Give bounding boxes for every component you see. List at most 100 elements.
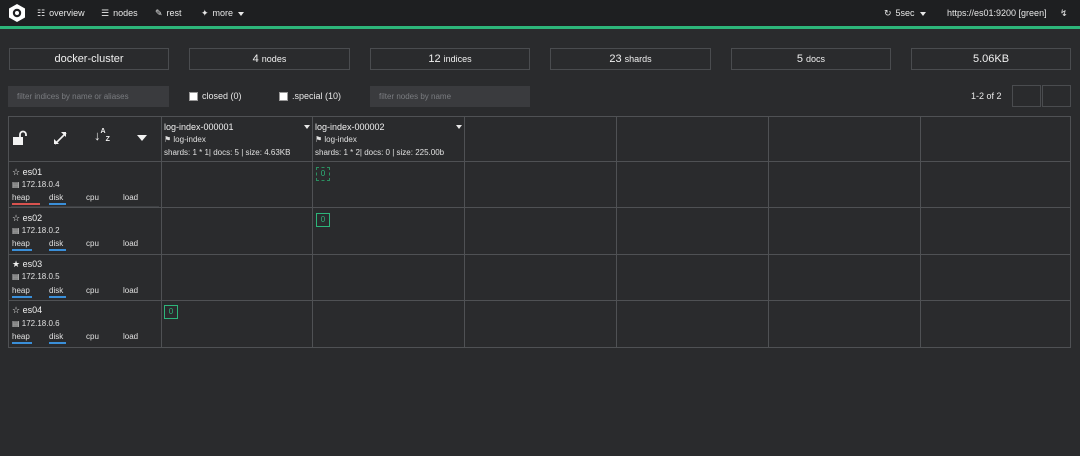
nodes-count-box: 4 nodes <box>189 48 350 70</box>
index-name-2[interactable]: log-index-000002 <box>315 122 385 132</box>
load-metric: load <box>123 332 139 341</box>
cpu-metric: cpu <box>86 193 99 202</box>
index-name-1[interactable]: log-index-000001 <box>164 122 234 132</box>
next-page-button[interactable] <box>1042 85 1071 107</box>
tag-icon: ⚑ <box>315 135 325 144</box>
cluster-overview-grid: ↓AZ log-index-000001 ⚑ log-index shards:… <box>8 116 1071 348</box>
node-name-es02[interactable]: ☆ es02 <box>12 213 42 224</box>
nav-nodes[interactable]: ☰ nodes <box>101 0 138 26</box>
previous-page-button[interactable] <box>1012 85 1041 107</box>
filter-nodes-input[interactable] <box>370 86 530 107</box>
disconnect-plug-icon[interactable]: ↯ <box>1060 0 1068 26</box>
disk-metric: disk <box>49 193 64 202</box>
list-icon: ☰ <box>101 8 110 18</box>
special-indices-label: .special (10) <box>292 91 342 101</box>
heap-usage-bar <box>12 342 32 344</box>
sitemap-icon: ☷ <box>37 8 46 18</box>
closed-indices-label: closed (0) <box>202 91 242 101</box>
load-metric: load <box>123 193 139 202</box>
special-indices-checkbox[interactable] <box>279 92 288 101</box>
disk-usage-bar <box>49 249 66 251</box>
grid-divider <box>11 206 159 207</box>
shard-replica-es01-index2[interactable]: 0 <box>316 167 330 181</box>
sort-alpha-icon[interactable]: ↓AZ <box>94 128 110 143</box>
unlock-icon[interactable] <box>12 130 28 146</box>
heap-usage-bar <box>12 249 32 251</box>
star-outline-icon: ☆ <box>12 213 23 223</box>
grid-divider <box>920 117 921 347</box>
heap-usage-bar <box>12 203 40 205</box>
closed-indices-checkbox[interactable] <box>189 92 198 101</box>
cerebro-logo-icon[interactable] <box>7 3 27 23</box>
expand-icon[interactable] <box>53 131 68 146</box>
index-alias-1[interactable]: ⚑ log-index <box>164 135 206 144</box>
load-metric: load <box>123 286 139 295</box>
index-stats-2: shards: 1 * 2| docs: 0 | size: 225.00b <box>315 148 445 157</box>
cluster-name-box: docker-cluster <box>9 48 169 70</box>
cluster-connection-url[interactable]: https://es01:9200 [green] <box>947 0 1047 26</box>
indices-count-box: 12 indices <box>370 48 530 70</box>
tag-icon: ⚑ <box>164 135 174 144</box>
heap-metric: heap <box>12 193 30 202</box>
disk-metric: disk <box>49 286 64 295</box>
heap-metric: heap <box>12 239 30 248</box>
disk-usage-bar <box>49 203 66 205</box>
heap-metric: heap <box>12 286 30 295</box>
index-alias-2[interactable]: ⚑ log-index <box>315 135 357 144</box>
disk-usage-bar <box>49 296 66 298</box>
index-menu-caret-icon[interactable] <box>304 125 310 129</box>
grid-divider <box>9 207 1070 208</box>
grid-divider <box>768 117 769 347</box>
server-icon: ▤ <box>12 180 22 189</box>
cluster-health-bar <box>0 26 1080 29</box>
node-ip-es01: ▤ 172.18.0.4 <box>12 180 60 189</box>
grid-divider <box>161 117 162 347</box>
grid-divider <box>9 300 1070 301</box>
server-icon: ▤ <box>12 319 22 328</box>
pagination-info: 1-2 of 2 <box>971 91 1002 101</box>
node-name-es01[interactable]: ☆ es01 <box>12 167 42 178</box>
disk-metric: disk <box>49 332 64 341</box>
node-name-es04[interactable]: ☆ es04 <box>12 305 42 316</box>
refresh-interval-dropdown[interactable]: ↻ 5sec <box>884 0 926 26</box>
grid-divider <box>9 254 1070 255</box>
cpu-metric: cpu <box>86 332 99 341</box>
index-stats-1: shards: 1 * 1| docs: 5 | size: 4.63KB <box>164 148 291 157</box>
top-navbar: ☷ overview ☰ nodes ✎ rest ✦ more ↻ 5sec https… <box>0 0 1080 29</box>
index-menu-caret-icon[interactable] <box>456 125 462 129</box>
server-icon: ▤ <box>12 226 22 235</box>
shards-count-box: 23 shards <box>550 48 711 70</box>
shard-primary-es04-index1[interactable]: 0 <box>164 305 178 319</box>
chevron-down-icon[interactable] <box>137 135 147 141</box>
edit-icon: ✎ <box>155 8 163 18</box>
grid-divider <box>616 117 617 347</box>
nav-overview[interactable]: ☷ overview <box>37 0 85 26</box>
cpu-metric: cpu <box>86 239 99 248</box>
magic-wand-icon: ✦ <box>201 8 209 18</box>
star-filled-icon: ★ <box>12 259 23 269</box>
chevron-down-icon <box>919 11 926 16</box>
nav-more[interactable]: ✦ more <box>201 0 245 26</box>
server-icon: ▤ <box>12 272 22 281</box>
chevron-down-icon <box>238 11 245 16</box>
heap-usage-bar <box>12 296 32 298</box>
node-ip-es02: ▤ 172.18.0.2 <box>12 226 60 235</box>
shard-primary-es02-index2[interactable]: 0 <box>316 213 330 227</box>
size-box: 5.06KB <box>911 48 1071 70</box>
grid-divider <box>9 161 1070 162</box>
heap-metric: heap <box>12 332 30 341</box>
node-name-es03[interactable]: ★ es03 <box>12 259 42 270</box>
grid-divider <box>464 117 465 347</box>
cpu-metric: cpu <box>86 286 99 295</box>
node-ip-es03: ▤ 172.18.0.5 <box>12 272 60 281</box>
star-outline-icon: ☆ <box>12 305 23 315</box>
load-metric: load <box>123 239 139 248</box>
star-outline-icon: ☆ <box>12 167 23 177</box>
nav-rest[interactable]: ✎ rest <box>155 0 182 26</box>
docs-count-box: 5 docs <box>731 48 891 70</box>
refresh-icon: ↻ <box>884 8 892 18</box>
node-ip-es04: ▤ 172.18.0.6 <box>12 319 60 328</box>
disk-metric: disk <box>49 239 64 248</box>
disk-usage-bar <box>49 342 66 344</box>
filter-indices-input[interactable] <box>8 86 169 107</box>
